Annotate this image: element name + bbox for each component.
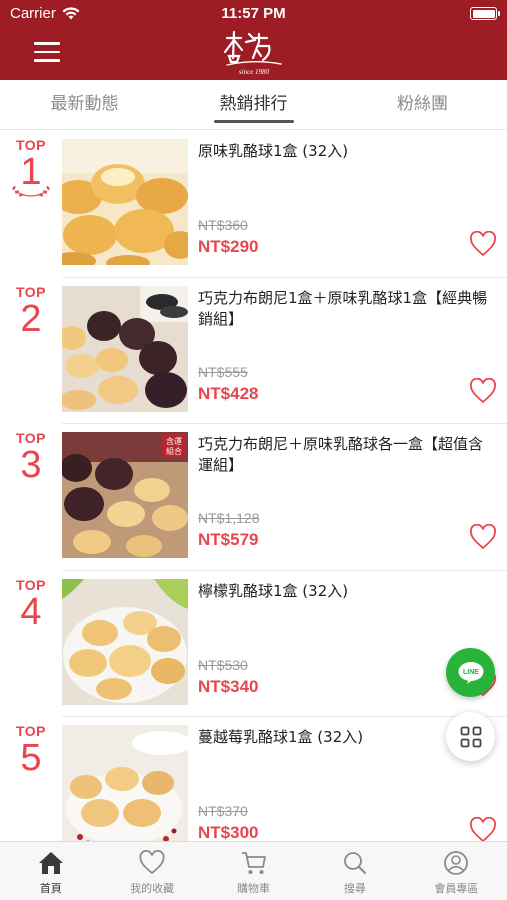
category-tabs: 最新動態 熱銷排行 粉絲團 (0, 80, 507, 130)
line-label: LINE (463, 669, 479, 676)
product-image[interactable] (62, 578, 188, 705)
tabbar-cart[interactable]: 購物車 (203, 842, 304, 900)
status-bar: Carrier 11:57 PM (0, 0, 507, 28)
nav-bar: since 1980 (0, 28, 507, 80)
favorite-heart-icon[interactable] (469, 231, 497, 257)
ranking-item-3[interactable]: TOP 3 含運 組合 巧克力布朗尼＋原味乳酪球各一盒【超值含運組】 NT$1,… (16, 424, 507, 571)
rank-number: 4 (20, 590, 42, 633)
tab-fan-page[interactable]: 粉絲團 (338, 80, 507, 129)
ranking-list: TOP 1 原味乳酪球1盒 (32入) NT$360 NT$290 TOP 2 … (0, 131, 507, 841)
user-icon (444, 851, 469, 875)
tab-latest-news[interactable]: 最新動態 (0, 80, 169, 129)
product-title[interactable]: 巧克力布朗尼1盒＋原味乳酪球1盒【經典暢銷組】 (198, 288, 497, 330)
ranking-item-5[interactable]: TOP 5 蔓越莓乳酪球1盒 (32入) NT$370 NT$300 (16, 717, 507, 841)
cart-icon (241, 852, 266, 874)
product-title[interactable]: 檸檬乳酪球1盒 (32入) (198, 581, 497, 602)
favorite-heart-icon[interactable] (469, 817, 497, 841)
rank-badge: TOP 2 (0, 284, 62, 338)
tabbar-member[interactable]: 會員專區 (406, 842, 507, 900)
quick-menu-button[interactable] (446, 712, 495, 761)
line-icon: LINE (458, 661, 483, 684)
ranking-item-1[interactable]: TOP 1 原味乳酪球1盒 (32入) NT$360 NT$290 (12, 131, 507, 278)
original-price: NT$530 (198, 656, 248, 673)
original-price: NT$1,128 (198, 510, 260, 526)
tabbar-search[interactable]: 搜尋 (304, 842, 405, 900)
clock: 11:57 PM (221, 5, 286, 22)
bottom-tab-bar: 首頁 我的收藏 購物車 搜尋 會員專區 (0, 841, 507, 900)
rank-number: 5 (20, 737, 42, 779)
battery-icon (470, 7, 500, 20)
product-title[interactable]: 原味乳酪球1盒 (32入) (198, 141, 497, 162)
search-icon (344, 852, 366, 874)
rank-badge: TOP 1 (0, 137, 62, 199)
original-price: NT$360 (198, 217, 248, 233)
original-price: NT$370 (198, 803, 248, 819)
sale-price: NT$579 (198, 530, 259, 549)
sale-price: NT$340 (198, 676, 259, 696)
product-title[interactable]: 巧克力布朗尼＋原味乳酪球各一盒【超值含運組】 (198, 434, 497, 476)
sale-price: NT$290 (198, 237, 259, 256)
ranking-item-4[interactable]: TOP 4 檸檬乳酪球1盒 (32入) NT$530 NT$340 (16, 571, 507, 717)
tabbar-label: 我的收藏 (130, 882, 175, 895)
rank-badge: TOP 4 (0, 577, 62, 631)
sale-price: NT$428 (198, 383, 259, 403)
product-image[interactable]: 含運 組合 (62, 432, 188, 558)
tabbar-home[interactable]: 首頁 (0, 842, 101, 900)
grid-icon (460, 726, 481, 747)
rank-badge: TOP 5 (0, 723, 62, 777)
tabbar-label: 購物車 (237, 882, 271, 895)
home-icon (38, 852, 63, 874)
favorite-heart-icon[interactable] (469, 377, 497, 404)
rank-number: 3 (20, 444, 42, 486)
heart-icon (139, 850, 165, 875)
product-image[interactable] (62, 285, 188, 412)
sale-price: NT$300 (198, 823, 259, 841)
tabbar-label: 搜尋 (343, 882, 366, 895)
rank-number: 2 (20, 297, 42, 340)
line-chat-button[interactable]: LINE (446, 648, 495, 697)
tab-best-sellers[interactable]: 熱銷排行 (169, 80, 338, 129)
tabbar-favorites[interactable]: 我的收藏 (101, 842, 202, 900)
favorite-heart-icon[interactable] (469, 524, 497, 550)
logo-since-text: since 1980 (239, 68, 270, 76)
rank-badge: TOP 3 (0, 430, 62, 484)
original-price: NT$555 (198, 363, 248, 380)
image-badge-text: 含運 (166, 436, 182, 446)
tabbar-label: 會員專區 (434, 882, 479, 895)
product-image[interactable] (62, 725, 188, 841)
ranking-item-2[interactable]: TOP 2 巧克力布朗尼1盒＋原味乳酪球1盒【經典暢銷組】 NT$555 NT$… (16, 278, 507, 424)
image-badge-text: 組合 (166, 446, 182, 456)
brand-logo[interactable]: since 1980 (219, 28, 289, 78)
hamburger-menu-button[interactable] (34, 42, 60, 64)
product-image[interactable] (62, 139, 188, 265)
tabbar-label: 首頁 (39, 882, 62, 895)
